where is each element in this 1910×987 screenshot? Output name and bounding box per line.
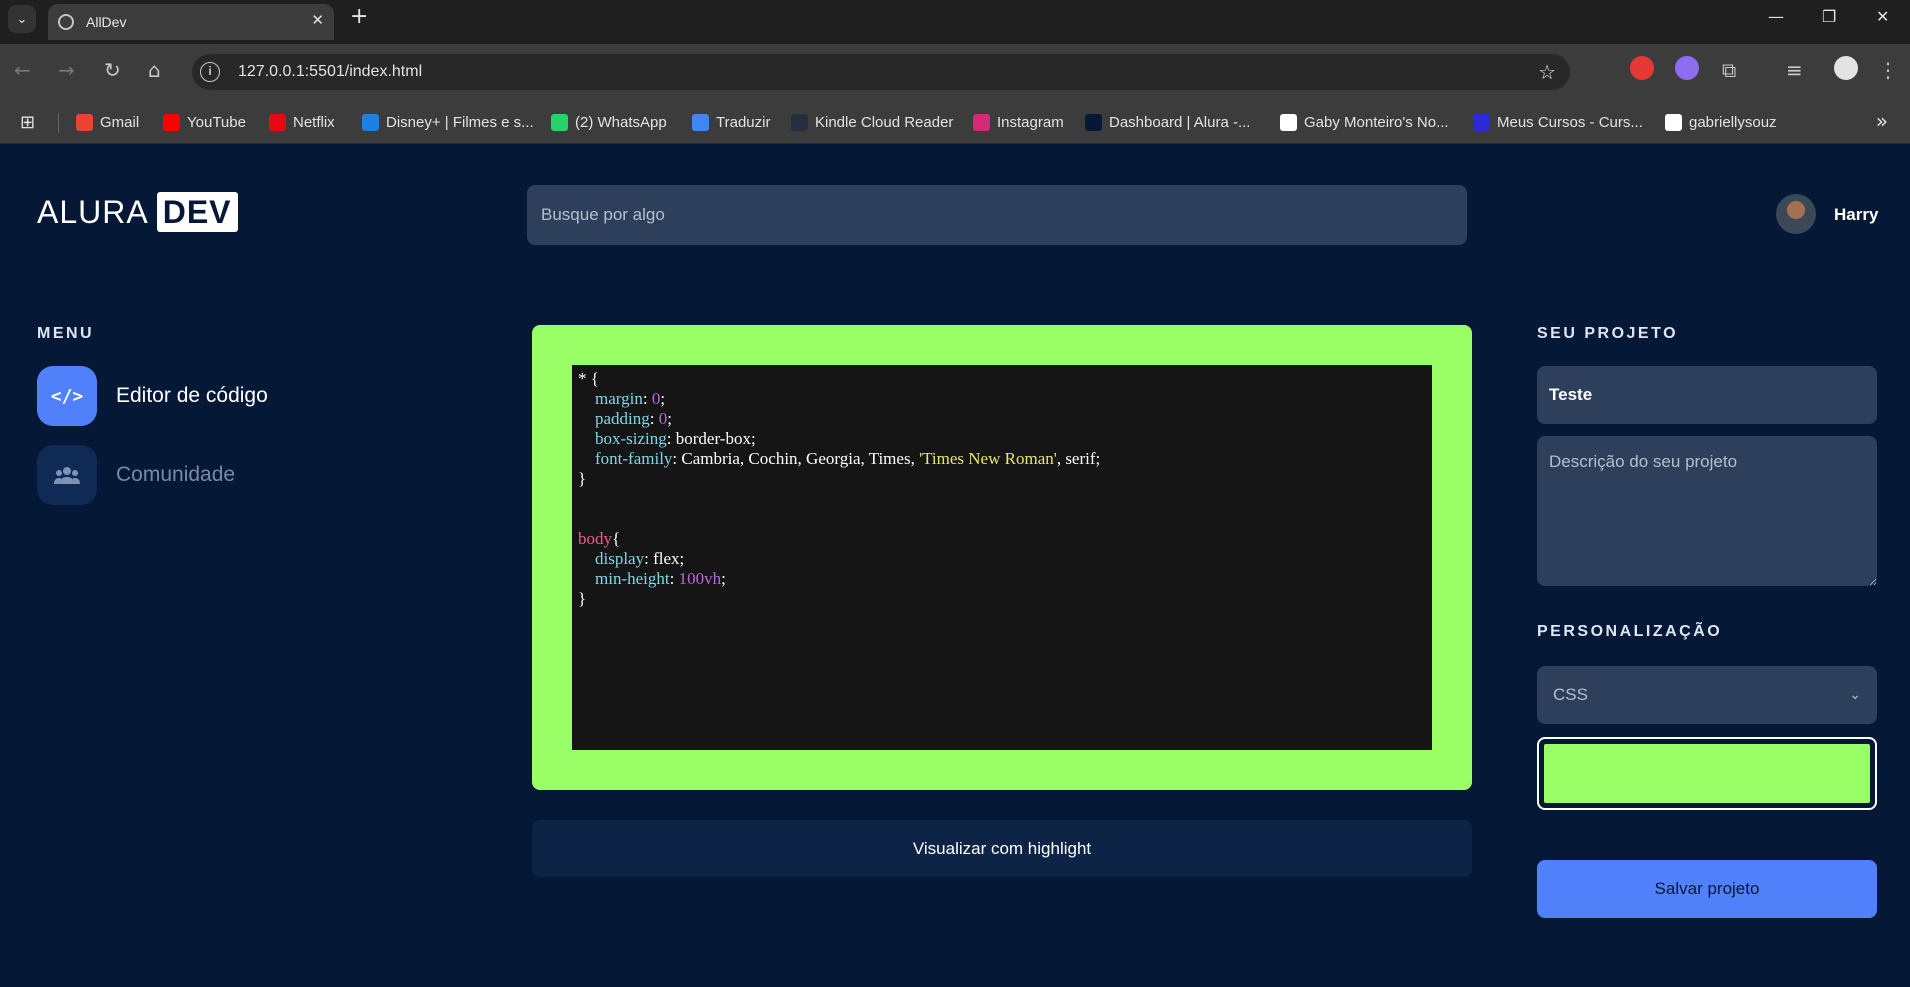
color-swatch xyxy=(1544,744,1870,803)
tab-title: AllDev xyxy=(86,14,127,30)
new-tab-icon[interactable]: + xyxy=(350,4,368,29)
browser-toolbar: ← → ↻ ⌂ i 127.0.0.1:5501/index.html ☆ ⧉ … xyxy=(0,44,1910,100)
color-picker[interactable] xyxy=(1537,737,1877,810)
project-description-field[interactable] xyxy=(1537,436,1877,586)
bookmark-favicon-icon xyxy=(163,113,180,131)
menu-item-label: Comunidade xyxy=(116,463,236,486)
bookmark-favicon-icon xyxy=(791,113,808,131)
reload-icon[interactable]: ↻ xyxy=(104,58,121,82)
save-project-button[interactable]: Salvar projeto xyxy=(1537,860,1877,918)
more-bookmarks-icon[interactable]: » xyxy=(1876,109,1888,133)
code-icon: </> xyxy=(37,366,97,426)
bookmark-item[interactable]: YouTube xyxy=(163,111,246,133)
bookmark-label: YouTube xyxy=(187,113,246,131)
close-window-icon[interactable]: ✕ xyxy=(1876,7,1889,26)
forward-icon[interactable]: → xyxy=(58,58,75,82)
restore-icon[interactable]: ❐ xyxy=(1822,7,1836,26)
tab-search-chevron-icon[interactable]: ⌄ xyxy=(8,5,36,33)
bookmark-item[interactable]: Meus Cursos - Curs... xyxy=(1473,111,1643,133)
menu-item-community[interactable]: Comunidade xyxy=(37,445,235,505)
language-select[interactable]: CSS ⌄ xyxy=(1537,666,1877,724)
adblock-extension-icon[interactable] xyxy=(1630,56,1654,80)
url-text: 127.0.0.1:5501/index.html xyxy=(238,63,423,80)
settings-extension-icon[interactable] xyxy=(1675,56,1699,80)
bookmark-item[interactable]: (2) WhatsApp xyxy=(551,111,667,133)
code-editor[interactable]: * { margin: 0; padding: 0; box-sizing: b… xyxy=(572,365,1432,750)
bookmark-star-icon[interactable]: ☆ xyxy=(1538,60,1556,84)
bookmark-favicon-icon xyxy=(973,113,990,131)
browser-tab[interactable]: AllDev ✕ xyxy=(48,4,334,40)
address-bar[interactable]: i 127.0.0.1:5501/index.html ☆ xyxy=(192,54,1570,90)
browser-menu-icon[interactable]: ⋮ xyxy=(1878,58,1898,82)
menu-item-label: Editor de código xyxy=(116,384,268,407)
chevron-down-icon: ⌄ xyxy=(1849,687,1861,703)
bookmark-label: Disney+ | Filmes e s... xyxy=(386,113,534,131)
close-tab-icon[interactable]: ✕ xyxy=(311,11,324,29)
bookmarks-divider xyxy=(58,113,59,133)
user-name[interactable]: Harry xyxy=(1834,205,1878,225)
bookmark-item[interactable]: Dashboard | Alura -... xyxy=(1085,111,1250,133)
bookmark-favicon-icon xyxy=(1473,113,1490,131)
customization-title: PERSONALIZAÇÃO xyxy=(1537,623,1723,640)
bookmarks-bar: ⊞ Gmail YouTube Netflix Disney+ | Filmes e … xyxy=(0,100,1910,144)
menu-item-editor[interactable]: </> Editor de código xyxy=(37,366,268,426)
bookmark-favicon-icon xyxy=(692,113,709,131)
bookmark-favicon-icon xyxy=(1280,113,1297,131)
back-icon[interactable]: ← xyxy=(14,58,31,82)
bookmark-item[interactable]: gabriellysouz xyxy=(1665,111,1777,133)
bookmark-label: Traduzir xyxy=(716,113,771,131)
bookmark-favicon-icon xyxy=(1665,113,1682,131)
browser-tab-bar: ⌄ AllDev ✕ + — ❐ ✕ xyxy=(0,0,1910,44)
logo-primary: ALURA xyxy=(37,193,149,230)
menu-title: MENU xyxy=(37,325,95,342)
code-editor-frame: * { margin: 0; padding: 0; box-sizing: b… xyxy=(532,325,1472,790)
bookmark-item[interactable]: Disney+ | Filmes e s... xyxy=(362,111,534,133)
bookmark-item[interactable]: Gaby Monteiro's No... xyxy=(1280,111,1449,133)
bookmark-favicon-icon xyxy=(551,113,568,131)
bookmark-label: Kindle Cloud Reader xyxy=(815,113,954,131)
bookmark-label: Instagram xyxy=(997,113,1064,131)
media-controls-icon[interactable]: ≡ xyxy=(1786,58,1803,82)
avatar[interactable] xyxy=(1776,194,1816,234)
bookmark-favicon-icon xyxy=(76,113,93,131)
bookmark-item[interactable]: Traduzir xyxy=(692,111,770,133)
bookmark-label: Gaby Monteiro's No... xyxy=(1304,113,1449,131)
highlight-button[interactable]: Visualizar com highlight xyxy=(532,820,1472,877)
bookmark-favicon-icon xyxy=(269,113,286,131)
bookmark-label: Netflix xyxy=(293,113,335,131)
users-icon xyxy=(37,445,97,505)
project-title: SEU PROJETO xyxy=(1537,325,1679,342)
bookmark-label: Gmail xyxy=(100,113,140,131)
bookmark-item[interactable]: Instagram xyxy=(973,111,1064,133)
project-name-input[interactable] xyxy=(1537,366,1877,424)
extensions-puzzle-icon[interactable]: ⧉ xyxy=(1722,58,1736,82)
globe-icon xyxy=(58,14,74,30)
bookmark-label: Meus Cursos - Curs... xyxy=(1497,113,1643,131)
bookmark-item[interactable]: Kindle Cloud Reader xyxy=(791,111,953,133)
bookmark-label: (2) WhatsApp xyxy=(575,113,667,131)
search-input[interactable] xyxy=(527,185,1467,245)
bookmark-favicon-icon xyxy=(362,113,379,131)
bookmark-favicon-icon xyxy=(1085,113,1102,131)
language-select-value: CSS xyxy=(1553,685,1588,704)
profile-avatar-icon[interactable] xyxy=(1834,56,1858,80)
bookmark-label: Dashboard | Alura -... xyxy=(1109,113,1251,131)
logo-secondary: DEV xyxy=(156,192,238,232)
bookmark-item[interactable]: Netflix xyxy=(269,111,335,133)
apps-grid-icon[interactable]: ⊞ xyxy=(20,112,35,133)
minimize-icon[interactable]: — xyxy=(1768,7,1784,26)
logo[interactable]: ALURA DEV xyxy=(37,192,238,232)
bookmark-label: gabriellysouz xyxy=(1689,113,1777,131)
site-info-icon[interactable]: i xyxy=(200,62,220,82)
home-icon[interactable]: ⌂ xyxy=(148,58,161,82)
bookmark-item[interactable]: Gmail xyxy=(76,111,139,133)
